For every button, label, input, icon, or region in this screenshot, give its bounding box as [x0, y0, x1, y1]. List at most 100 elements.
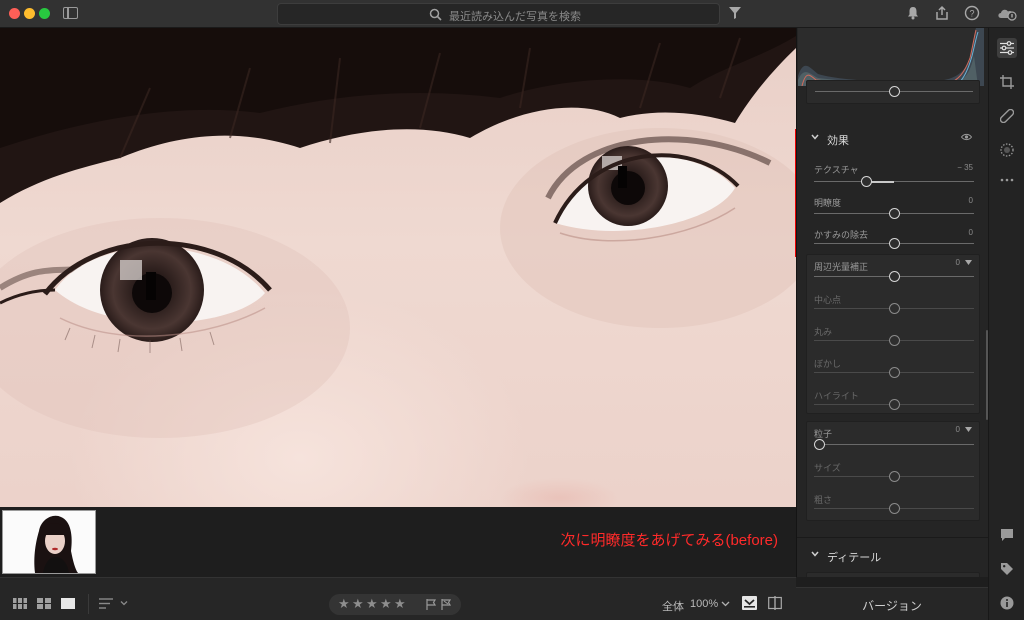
bell-icon[interactable]: [905, 5, 921, 21]
heal-icon: [1000, 109, 1014, 123]
roughness-label: 粗さ: [814, 495, 833, 505]
dehaze-slider[interactable]: [814, 238, 974, 249]
effects-title: 効果: [827, 135, 849, 147]
svg-text:?: ?: [969, 9, 974, 19]
highlights-slider-knob[interactable]: [888, 399, 900, 410]
tone-slider-card: [806, 80, 980, 104]
zoom-chevron-down-icon[interactable]: [721, 601, 730, 607]
clarity-value[interactable]: 0: [969, 196, 973, 205]
eye-icon[interactable]: [961, 133, 972, 141]
minimize-window-button[interactable]: [24, 8, 35, 19]
feather-slider[interactable]: [814, 367, 974, 378]
search-input[interactable]: 最近読み込んだ写真を検索: [277, 3, 720, 25]
detail-view-icon[interactable]: [61, 598, 75, 609]
sidebar-toggle-icon[interactable]: [63, 7, 78, 19]
before-after-icon[interactable]: [768, 596, 782, 610]
auto-enhance-icon[interactable]: [742, 596, 757, 610]
roughness-slider[interactable]: [814, 503, 974, 514]
flag-pick-icon[interactable]: [426, 599, 437, 610]
texture-value[interactable]: − 35: [957, 163, 973, 172]
help-icon[interactable]: ?: [964, 5, 980, 21]
clarity-slider[interactable]: [814, 208, 974, 219]
star-1[interactable]: ★: [338, 596, 350, 612]
more-icon: [1000, 178, 1014, 182]
highlights-slider[interactable]: [814, 399, 974, 410]
texture-slider[interactable]: [814, 176, 974, 187]
more-tools-button[interactable]: [997, 170, 1017, 190]
roundness-label: 丸み: [814, 327, 833, 337]
midpoint-slider[interactable]: [814, 303, 974, 314]
title-bar: 最近読み込んだ写真を検索 ?: [0, 0, 1024, 28]
vignette-slider[interactable]: [814, 271, 974, 282]
grain-label: 粒子: [814, 429, 833, 439]
comment-icon: [1001, 529, 1013, 541]
detail-card: [806, 572, 980, 577]
vignette-dropdown-icon[interactable]: [965, 260, 972, 265]
crop-tool-button[interactable]: [997, 72, 1017, 92]
star-4[interactable]: ★: [380, 596, 392, 612]
roundness-slider[interactable]: [814, 335, 974, 346]
effects-section-header[interactable]: 効果: [811, 132, 849, 148]
annotation-text: 次に明瞭度をあげてみる(before): [560, 532, 778, 549]
portrait-photo: [0, 28, 796, 507]
grain-size-slider-knob[interactable]: [888, 471, 900, 482]
sort-icon[interactable]: [99, 598, 129, 609]
zoom-window-button[interactable]: [39, 8, 50, 19]
keyword-button[interactable]: [997, 559, 1017, 579]
zoom-value[interactable]: 100%: [690, 598, 718, 610]
dehaze-value[interactable]: 0: [969, 228, 973, 237]
version-button[interactable]: バージョン: [796, 597, 988, 614]
filter-icon[interactable]: [729, 7, 741, 19]
dehaze-label: かすみの除去: [814, 230, 869, 240]
close-window-button[interactable]: [9, 8, 20, 19]
share-icon[interactable]: [934, 5, 950, 21]
version-bar: バージョン: [796, 587, 988, 620]
filmstrip-thumbnail[interactable]: [2, 510, 96, 574]
cloud-icon[interactable]: [996, 5, 1018, 21]
roughness-slider-knob[interactable]: [888, 503, 900, 514]
clarity-slider-knob[interactable]: [888, 208, 900, 219]
zoom-fit-label[interactable]: 全体: [662, 598, 684, 614]
feather-slider-knob[interactable]: [888, 367, 900, 378]
star-2[interactable]: ★: [352, 596, 364, 612]
grain-size-slider[interactable]: [814, 471, 974, 482]
chevron-down-icon: [811, 134, 819, 140]
search-placeholder: 最近読み込んだ写真を検索: [449, 11, 581, 23]
vignette-slider-knob[interactable]: [888, 271, 900, 282]
star-3[interactable]: ★: [366, 596, 378, 612]
section-divider: [797, 537, 988, 538]
texture-slider-knob[interactable]: [860, 176, 872, 187]
photo-grid-icon[interactable]: [37, 598, 51, 609]
photo-canvas[interactable]: [0, 28, 796, 507]
dehaze-slider-knob[interactable]: [888, 238, 900, 249]
roundness-slider-knob[interactable]: [888, 335, 900, 346]
toolbar-divider: [88, 594, 89, 614]
grain-value[interactable]: 0: [956, 425, 960, 434]
heal-tool-button[interactable]: [997, 106, 1017, 126]
crop-icon: [1000, 75, 1014, 89]
grain-slider[interactable]: [813, 439, 974, 450]
tool-rail: [988, 28, 1024, 620]
feather-label: ぼかし: [814, 359, 842, 369]
info-button[interactable]: [997, 593, 1017, 613]
detail-section-header[interactable]: ディテール: [811, 549, 881, 565]
detail-title: ディテール: [827, 552, 882, 564]
grain-slider-knob[interactable]: [813, 439, 825, 450]
edit-tool-button[interactable]: [997, 38, 1017, 58]
info-icon: [1000, 596, 1014, 610]
grain-dropdown-icon[interactable]: [965, 427, 972, 432]
rating-flag-pill: ★ ★ ★ ★ ★: [329, 594, 461, 615]
square-grid-icon[interactable]: [13, 598, 27, 609]
tone-slider-knob[interactable]: [888, 86, 900, 97]
star-5[interactable]: ★: [394, 596, 406, 612]
tone-slider-track[interactable]: [815, 86, 973, 97]
histogram: [798, 28, 984, 86]
tag-icon: [1001, 563, 1013, 575]
comment-button[interactable]: [997, 525, 1017, 545]
flag-reject-icon[interactable]: [441, 599, 452, 610]
masking-tool-button[interactable]: [997, 140, 1017, 160]
vignette-value[interactable]: 0: [956, 258, 960, 267]
clarity-label: 明瞭度: [814, 198, 842, 208]
filmstrip: 次に明瞭度をあげてみる(before): [0, 507, 796, 577]
midpoint-slider-knob[interactable]: [888, 303, 900, 314]
